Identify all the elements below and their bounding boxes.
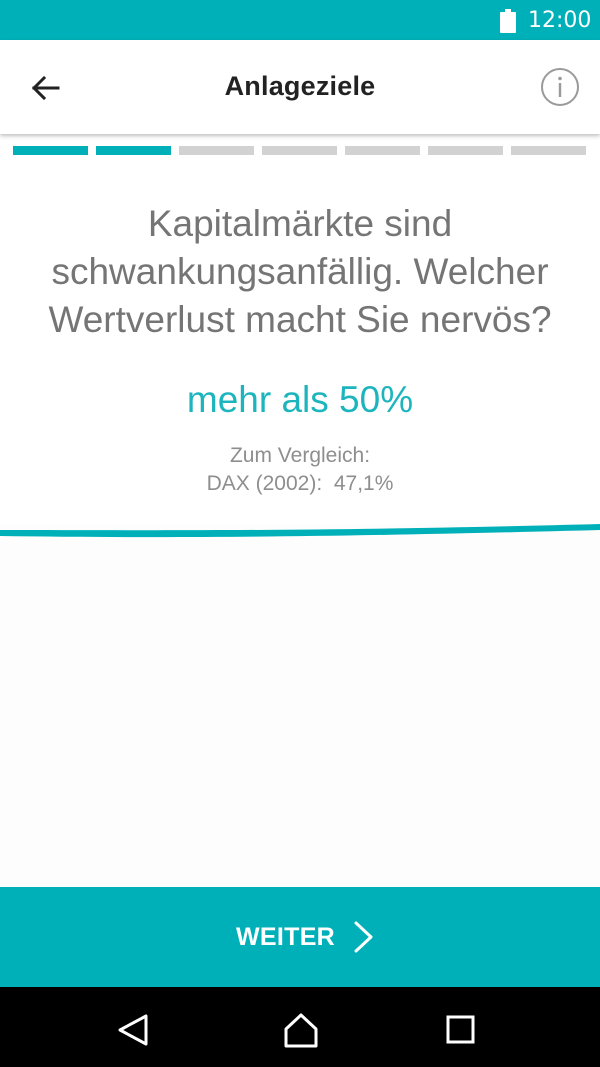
comparison-note: Zum Vergleich: DAX (2002): 47,1% [0, 442, 600, 498]
loss-chart-slider[interactable] [0, 524, 600, 887]
nav-back-button[interactable] [114, 1012, 152, 1048]
progress-indicator [13, 146, 587, 155]
nav-recents-button[interactable] [446, 1015, 476, 1045]
question-text: Kapitalmärkte sind schwankungsanfällig. … [48, 203, 552, 340]
comparison-label: Zum Vergleich: [229, 444, 371, 467]
next-button-label: WEITER [236, 923, 336, 951]
nav-recents-icon [446, 1015, 475, 1044]
system-nav-bar [0, 987, 600, 1067]
status-time: 12:00 [528, 8, 592, 33]
progress-step-3 [179, 146, 254, 155]
info-button[interactable] [540, 67, 580, 107]
info-icon [541, 68, 579, 106]
progress-step-2 [96, 146, 171, 155]
nav-home-icon [284, 1013, 318, 1048]
nav-home-button[interactable] [282, 1011, 320, 1049]
comparison-value: DAX (2002): 47,1% [206, 472, 394, 495]
next-button[interactable]: WEITER [0, 887, 600, 987]
loss-curve [0, 524, 600, 887]
battery-icon [500, 9, 516, 33]
progress-step-5 [345, 146, 420, 155]
progress-step-4 [262, 146, 337, 155]
progress-step-7 [511, 146, 586, 155]
app-bar: Anlageziele [0, 40, 600, 134]
selected-loss-value: mehr als 50% [186, 379, 414, 420]
nav-back-icon [118, 1014, 148, 1046]
chevron-right-icon [354, 921, 373, 953]
status-bar: 12:00 [0, 0, 600, 40]
progress-step-1 [13, 146, 88, 155]
page-title: Anlageziele [224, 71, 376, 101]
progress-step-6 [428, 146, 503, 155]
